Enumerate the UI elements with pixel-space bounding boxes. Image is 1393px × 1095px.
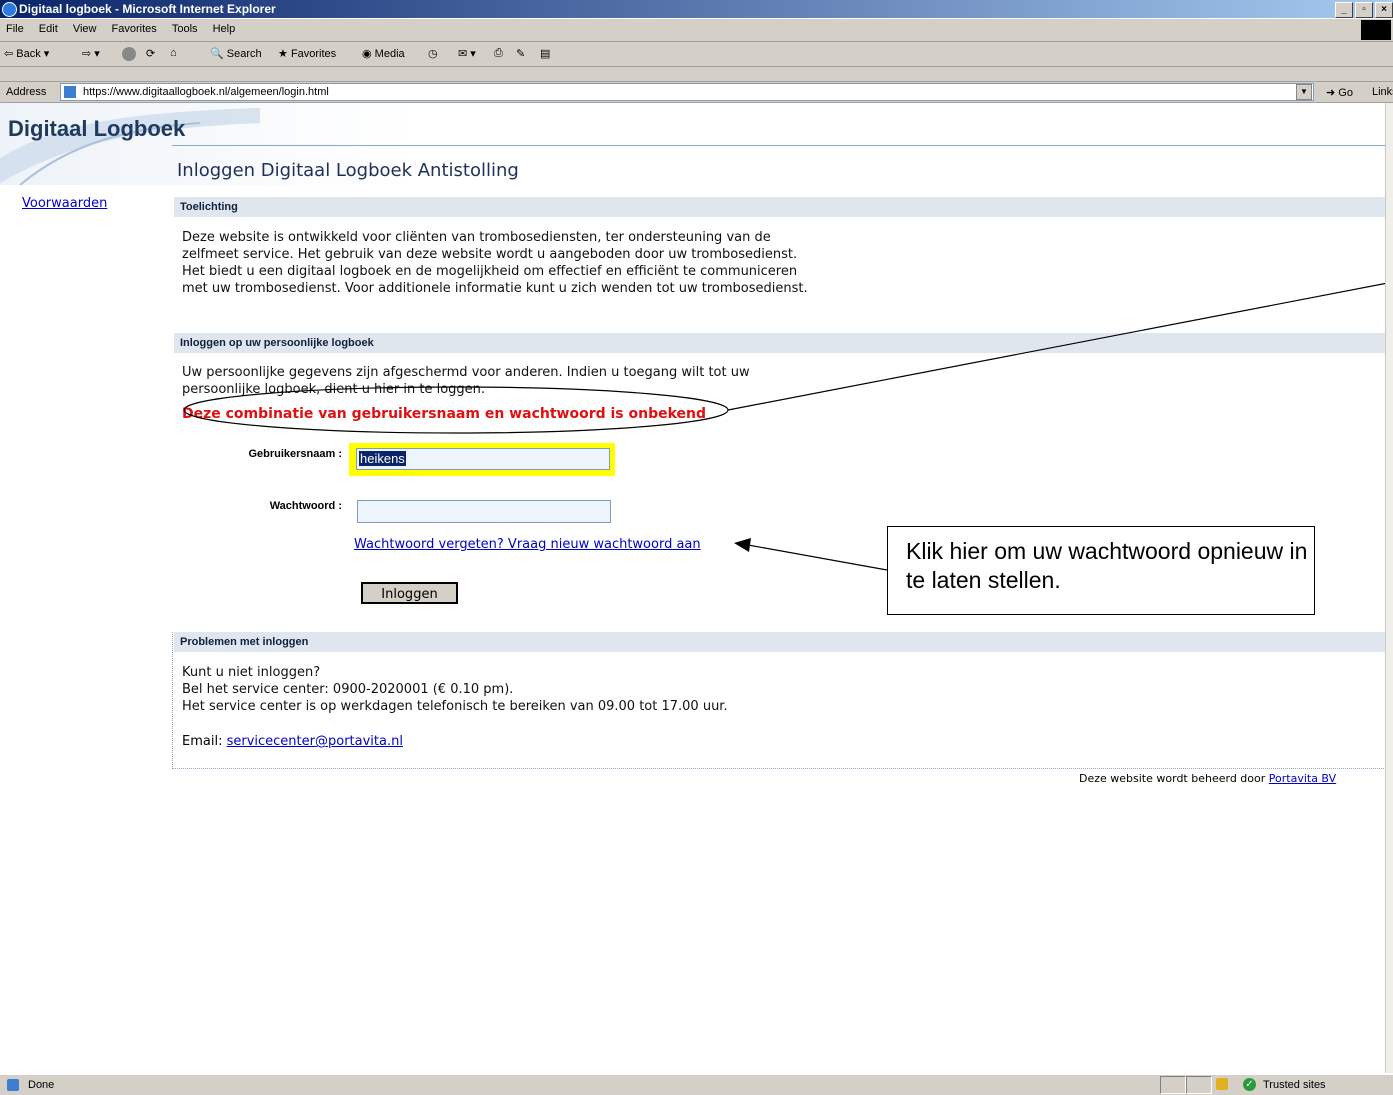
address-input[interactable]: https://www.digitaallogboek.nl/algemeen/… — [60, 83, 1314, 101]
section-toelichting: Toelichting — [174, 197, 1393, 217]
window-controls: _ ▫ × — [1335, 2, 1393, 18]
ie-icon — [2, 2, 17, 17]
section-login: Inloggen op uw persoonlijke logboek — [174, 333, 1393, 353]
toolbar-spacer — [0, 67, 1393, 82]
lock-icon — [1216, 1078, 1228, 1090]
security-zone: Trusted sites — [1263, 1079, 1326, 1091]
forward-button[interactable]: ⇨ ▾ — [82, 47, 100, 60]
banner-divider — [172, 145, 1393, 146]
window-titlebar: Digitaal logboek - Microsoft Internet Ex… — [0, 0, 1393, 18]
back-arrow-icon: ⇦ — [4, 48, 14, 60]
portavita-link[interactable]: Portavita BV — [1269, 772, 1336, 785]
username-label: Gebruikersnaam : — [248, 448, 342, 460]
stop-icon[interactable] — [122, 47, 136, 61]
password-label: Wachtwoord : — [269, 500, 342, 512]
login-button[interactable]: Inloggen — [361, 582, 458, 604]
address-url: https://www.digitaallogboek.nl/algemeen/… — [83, 86, 329, 98]
problems-text: Kunt u niet inloggen? Bel het service ce… — [182, 664, 882, 715]
media-button[interactable]: ◉ Media — [362, 47, 405, 60]
history-icon[interactable]: ◷ — [428, 47, 438, 60]
windows-logo-icon — [1361, 20, 1391, 40]
favorites-icon: ★ — [278, 48, 288, 60]
site-logo: Digitaal Logboek — [8, 116, 186, 141]
error-message: Deze combinatie van gebruikersnaam en wa… — [182, 406, 707, 422]
window-title: Digitaal logboek - Microsoft Internet Ex… — [19, 2, 276, 16]
print-icon[interactable]: ⎙ — [494, 47, 503, 60]
problems-line-2: Bel het service center: 0900-2020001 (€ … — [182, 682, 514, 697]
address-label: Address — [6, 86, 47, 98]
page-icon — [64, 86, 76, 98]
favorites-label: Favorites — [290, 48, 337, 60]
media-icon: ◉ — [362, 48, 372, 60]
footer: Deze website wordt beheerd door Portavit… — [1079, 772, 1336, 785]
menu-bar: File Edit View Favorites Tools Help — [0, 19, 1393, 42]
go-arrow-icon: ➜ — [1326, 87, 1336, 99]
links-button[interactable]: Links — [1372, 86, 1393, 98]
vertical-scrollbar[interactable] — [1385, 103, 1393, 1073]
problems-line-3: Het service center is op werkdagen telef… — [182, 699, 728, 714]
back-button[interactable]: ⇦ Back ▾ — [4, 47, 49, 60]
password-input[interactable] — [357, 500, 611, 523]
page-title: Inloggen Digitaal Logboek Antistolling — [177, 160, 519, 181]
favorites-button[interactable]: ★ Favorites — [278, 47, 336, 60]
menu-favorites[interactable]: Favorites — [106, 19, 163, 35]
address-dropdown-icon[interactable]: ▼ — [1296, 84, 1312, 100]
refresh-icon[interactable]: ⟳ — [146, 47, 155, 60]
status-bar: Done ✓ Trusted sites — [0, 1074, 1393, 1095]
section-toelichting-label: Toelichting — [180, 201, 238, 213]
address-bar: Address https://www.digitaallogboek.nl/a… — [0, 82, 1393, 103]
email-line: Email: servicecenter@portavita.nl — [182, 734, 403, 749]
media-label: Media — [374, 48, 405, 60]
go-button[interactable]: ➜ Go — [1326, 86, 1353, 99]
menu-help[interactable]: Help — [207, 19, 242, 35]
username-input[interactable]: heikens — [356, 448, 610, 470]
search-icon: 🔍 — [210, 48, 224, 60]
toelichting-text: Deze website is ontwikkeld voor cliënten… — [182, 230, 808, 296]
go-label: Go — [1338, 87, 1353, 99]
login-text: Uw persoonlijke gegevens zijn afgescherm… — [182, 365, 750, 397]
back-label: Back — [16, 48, 41, 60]
callout-box: Klik hier om uw wachtwoord opnieuw in te… — [887, 526, 1315, 615]
callout-arrowhead — [734, 538, 751, 552]
menu-file[interactable]: File — [0, 19, 30, 35]
footer-text: Deze website wordt beheerd door — [1079, 772, 1269, 785]
minimize-button[interactable]: _ — [1335, 2, 1353, 18]
email-link[interactable]: servicecenter@portavita.nl — [227, 734, 403, 749]
trusted-check-icon: ✓ — [1243, 1078, 1256, 1091]
problems-line-1: Kunt u niet inloggen? — [182, 665, 321, 680]
home-icon[interactable]: ⌂ — [170, 47, 177, 59]
section-problems: Problemen met inloggen — [174, 632, 1393, 652]
status-text: Done — [28, 1079, 55, 1091]
status-pane — [1160, 1076, 1186, 1094]
callout-arrow-line — [747, 544, 888, 571]
status-pane — [1186, 1076, 1212, 1094]
section-problems-label: Problemen met inloggen — [180, 636, 309, 648]
username-value: heikens — [359, 451, 406, 466]
menu-view[interactable]: View — [67, 19, 103, 35]
forgot-password-link[interactable]: Wachtwoord vergeten? Vraag nieuw wachtwo… — [354, 537, 701, 552]
search-label: Search — [226, 48, 262, 60]
menu-tools[interactable]: Tools — [166, 19, 204, 35]
discuss-icon[interactable]: ▤ — [540, 47, 550, 60]
nav-voorwaarden[interactable]: Voorwaarden — [22, 196, 107, 211]
close-button[interactable]: × — [1375, 2, 1393, 18]
maximize-button[interactable]: ▫ — [1355, 2, 1373, 18]
email-label: Email: — [182, 734, 227, 749]
edit-icon[interactable]: ✎ — [516, 47, 525, 60]
mail-icon[interactable]: ✉ ▾ — [458, 47, 476, 60]
menu-edit[interactable]: Edit — [33, 19, 64, 35]
search-button[interactable]: 🔍 Search — [210, 47, 262, 60]
page-done-icon — [7, 1079, 19, 1091]
toolbar: ⇦ Back ▾ ⇨ ▾ ⟳ ⌂ 🔍 Search ★ Favorites ◉ … — [0, 42, 1393, 67]
section-login-label: Inloggen op uw persoonlijke logboek — [180, 337, 374, 349]
